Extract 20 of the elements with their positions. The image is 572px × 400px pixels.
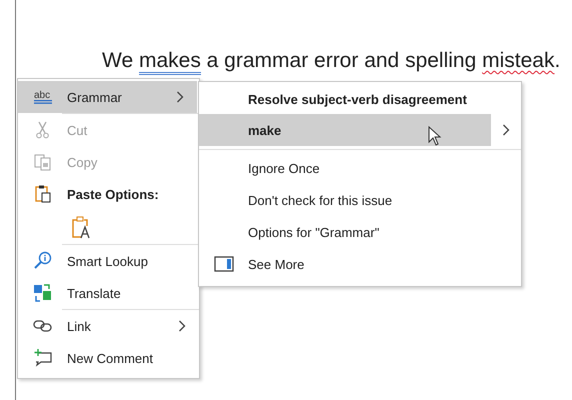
menu-item[interactable]: Link bbox=[18, 310, 199, 342]
translate-icon bbox=[32, 283, 52, 303]
menu-item[interactable]: Smart Lookup bbox=[18, 245, 199, 277]
panel-icon bbox=[214, 254, 234, 274]
comment-icon bbox=[32, 348, 52, 368]
menu-item[interactable]: Translate bbox=[18, 277, 199, 309]
menu-item[interactable]: Don't check for this issue bbox=[199, 184, 521, 216]
menu-item[interactable]: New Comment bbox=[18, 342, 199, 374]
document-text: We makes a grammar error and spelling misteak. bbox=[102, 49, 560, 73]
clipboard-icon bbox=[32, 184, 52, 204]
menu-item[interactable]: Options for "Grammar" bbox=[199, 216, 521, 248]
menu-item[interactable]: abc Grammar bbox=[18, 81, 197, 113]
menu-heading: Resolve subject-verb disagreement bbox=[248, 92, 467, 106]
mouse-pointer-icon bbox=[428, 126, 442, 146]
magnifier-icon bbox=[32, 251, 52, 271]
menu-item[interactable]: See More bbox=[199, 248, 521, 280]
menu-heading: Paste Options: bbox=[67, 186, 159, 202]
menu-item[interactable]: Ignore Once bbox=[199, 152, 521, 184]
paste-text-icon bbox=[70, 215, 90, 239]
copy-icon bbox=[32, 152, 52, 172]
